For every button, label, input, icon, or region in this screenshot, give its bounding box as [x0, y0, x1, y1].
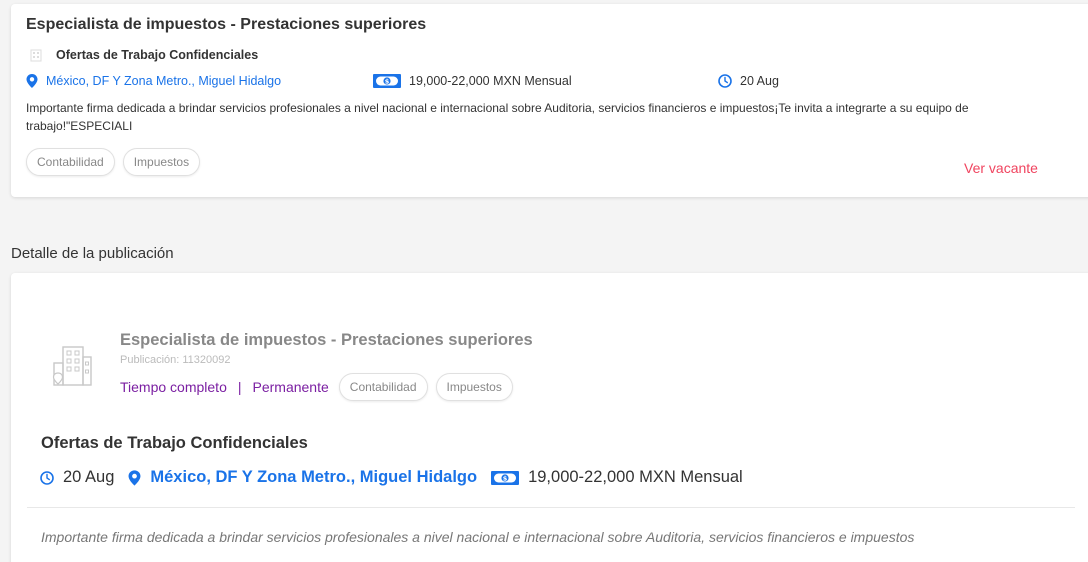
ver-vacante-link[interactable]: Ver vacante [964, 160, 1038, 176]
location-text: México, DF Y Zona Metro., Miguel Hidalgo [46, 74, 282, 88]
location-text: México, DF Y Zona Metro., Miguel Hidalgo [150, 468, 478, 486]
salary-text: 19,000-22,000 MXN Mensual [409, 74, 572, 88]
salary: $ 19,000-22,000 MXN Mensual [373, 74, 572, 88]
company-row: Ofertas de Trabajo Confidenciales [28, 47, 258, 63]
company-logo-building-icon [52, 346, 92, 386]
tag-contabilidad[interactable]: Contabilidad [338, 373, 428, 401]
location-pin-icon [26, 74, 38, 88]
job-title[interactable]: Especialista de impuestos - Prestaciones… [26, 16, 426, 34]
tag-impuestos[interactable]: Impuestos [122, 148, 201, 176]
company-name: Ofertas de Trabajo Confidenciales [56, 48, 259, 62]
date: 20 Aug [718, 74, 779, 88]
date-text: 20 Aug [63, 468, 115, 486]
salary-text: 19,000-22,000 MXN Mensual [528, 468, 743, 486]
detail-description: Importante firma dedicada a brindar serv… [41, 529, 915, 545]
tag-contabilidad[interactable]: Contabilidad [26, 148, 115, 176]
detail-location[interactable]: México, DF Y Zona Metro., Miguel Hidalgo [128, 468, 477, 487]
clock-icon [40, 470, 54, 485]
money-icon: $ [373, 74, 401, 88]
contract-type: Permanente [252, 379, 329, 395]
job-description-snippet: Importante firma dedicada a brindar serv… [26, 101, 969, 133]
divider [27, 507, 1075, 508]
svg-text:$: $ [503, 474, 508, 482]
detail-salary: $ 19,000-22,000 MXN Mensual [491, 468, 743, 487]
job-card-summary[interactable]: Especialista de impuestos - Prestaciones… [11, 4, 1088, 197]
detail-meta-row: 20 Aug México, DF Y Zona Metro., Miguel … [40, 468, 757, 487]
separator: | [237, 379, 242, 395]
location-pin-icon [128, 469, 141, 486]
location[interactable]: México, DF Y Zona Metro., Miguel Hidalgo [26, 74, 281, 88]
date-text: 20 Aug [740, 74, 779, 88]
job-attributes-row: Tiempo completo | Permanente Contabilida… [120, 373, 513, 401]
tag-list: Contabilidad Impuestos [26, 148, 201, 176]
money-icon: $ [491, 470, 520, 485]
svg-text:$: $ [385, 77, 390, 85]
building-icon [30, 49, 42, 62]
section-title: Detalle de la publicación [11, 245, 174, 262]
tag-impuestos[interactable]: Impuestos [435, 373, 513, 401]
job-detail-card: Especialista de impuestos - Prestaciones… [11, 273, 1088, 562]
clock-icon [718, 74, 732, 88]
publication-id: Publicación: 11320092 [120, 354, 231, 366]
detail-date: 20 Aug [40, 468, 114, 487]
job-type: Tiempo completo [120, 379, 227, 395]
detail-company-name: Ofertas de Trabajo Confidenciales [41, 434, 308, 452]
detail-job-title: Especialista de impuestos - Prestaciones… [120, 331, 533, 349]
